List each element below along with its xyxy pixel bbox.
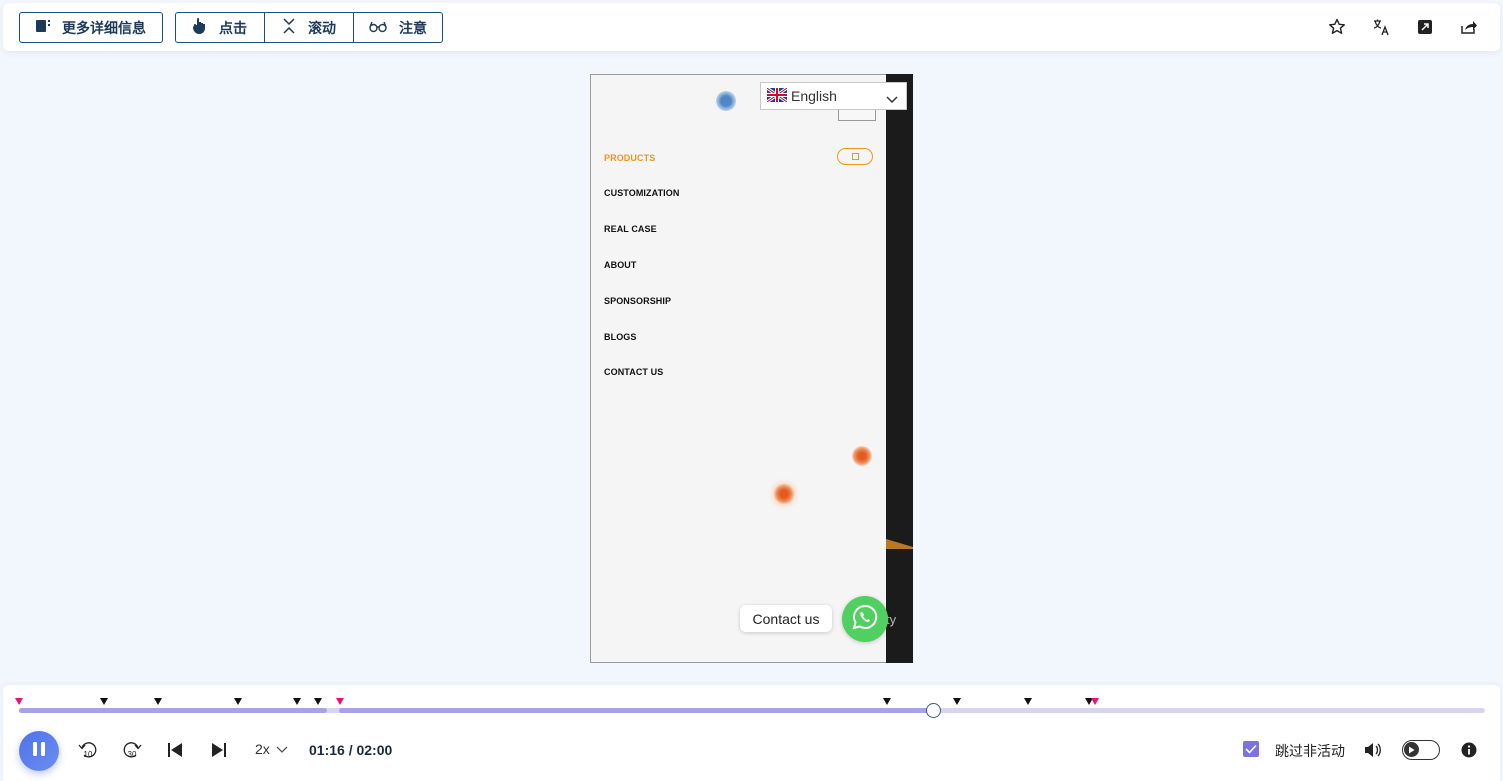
glasses-icon (369, 20, 387, 36)
chevron-down-icon (886, 91, 898, 107)
volume-icon (1365, 743, 1381, 757)
rewind-10-button[interactable]: 10 (77, 739, 99, 761)
timeline-marker[interactable] (15, 698, 23, 705)
timeline-marker[interactable] (154, 698, 162, 705)
share-icon[interactable] (1458, 16, 1480, 38)
attention-filter-button[interactable]: 注意 (354, 13, 442, 42)
scroll-heat-marker (852, 446, 872, 466)
more-details-button[interactable]: 更多详细信息 (19, 12, 163, 43)
timeline-scrubber[interactable] (926, 703, 941, 718)
autoplay-toggle[interactable] (1402, 740, 1440, 760)
timeline-marker[interactable] (100, 698, 108, 705)
fast-forward-icon: 30 (123, 742, 142, 759)
nav-item-customization[interactable]: CUSTOMIZATION (604, 188, 679, 198)
replay-player-bar: 10 30 2x 01:16 / 02:00 跳过非活动 (3, 685, 1500, 781)
translate-icon[interactable] (1370, 16, 1392, 38)
whatsapp-button[interactable] (842, 596, 888, 642)
rewind-icon: 10 (78, 742, 97, 759)
event-filter-group: 点击 滚动 注意 (175, 12, 443, 43)
pause-button[interactable] (19, 731, 59, 771)
scroll-arrows-icon (282, 18, 296, 37)
previous-button[interactable] (165, 739, 185, 761)
forward-30-button[interactable]: 30 (121, 739, 143, 761)
info-button[interactable] (1459, 739, 1479, 761)
pause-icon (32, 741, 46, 762)
more-details-label: 更多详细信息 (62, 19, 146, 36)
playback-speed-select[interactable]: 2x (255, 741, 288, 757)
nav-item-contact-us[interactable]: CONTACT US (604, 367, 663, 377)
nav-item-sponsorship[interactable]: SPONSORSHIP (604, 296, 671, 306)
click-filter-button[interactable]: 点击 (176, 13, 265, 42)
nav-item-real-case[interactable]: REAL CASE (604, 224, 657, 234)
timeline-marker[interactable] (314, 698, 322, 705)
timeline-active-segment (19, 708, 327, 713)
star-icon[interactable] (1326, 16, 1348, 38)
hand-pointer-icon (192, 18, 207, 37)
expand-icon (851, 153, 859, 160)
nav-item-about[interactable]: ABOUT (604, 260, 637, 270)
skip-forward-icon (212, 743, 226, 757)
forward-seconds-label: 30 (128, 750, 137, 759)
checkmark-icon (1245, 744, 1257, 754)
timeline-marker[interactable] (336, 698, 344, 705)
playback-time: 01:16 / 02:00 (309, 742, 393, 758)
next-button[interactable] (209, 739, 229, 761)
language-select[interactable]: English (760, 82, 907, 110)
skip-back-icon (168, 743, 182, 757)
scroll-filter-label: 滚动 (308, 19, 336, 36)
timeline-marker[interactable] (293, 698, 301, 705)
timeline-marker[interactable] (1024, 698, 1032, 705)
background-graphic (886, 539, 913, 549)
timeline-marker[interactable] (1091, 698, 1099, 705)
products-expand-toggle[interactable] (837, 148, 873, 165)
skip-inactive-checkbox[interactable] (1243, 741, 1259, 757)
nav-item-products[interactable]: PRODUCTS (604, 153, 655, 163)
timeline-marker[interactable] (953, 698, 961, 705)
nav-item-blogs[interactable]: BLOGS (604, 332, 637, 342)
uk-flag-icon (766, 86, 788, 105)
rewind-seconds-label: 10 (84, 750, 93, 759)
contact-us-chip[interactable]: Contact us (740, 605, 832, 632)
click-heat-marker (716, 91, 736, 111)
scroll-filter-button[interactable]: 滚动 (265, 13, 354, 42)
attention-filter-label: 注意 (399, 19, 427, 36)
open-external-icon[interactable] (1414, 16, 1436, 38)
language-label: English (791, 88, 837, 104)
volume-button[interactable] (1362, 739, 1384, 761)
speed-value: 2x (255, 741, 270, 757)
play-icon (1404, 742, 1419, 757)
session-replay-viewport: PRODUCTS CUSTOMIZATION REAL CASE ABOUT S… (590, 74, 913, 663)
timeline-active-segment (339, 708, 933, 713)
timeline-marker[interactable] (234, 698, 242, 705)
info-icon (1461, 742, 1477, 758)
details-icon (36, 19, 52, 36)
skip-inactive-label: 跳过非活动 (1275, 743, 1345, 759)
chevron-down-icon (276, 741, 288, 757)
whatsapp-icon (852, 604, 878, 635)
timeline-marker[interactable] (883, 698, 891, 705)
click-heat-marker (768, 478, 800, 510)
click-filter-label: 点击 (219, 19, 247, 36)
top-toolbar: 更多详细信息 点击 滚动 注意 (3, 3, 1500, 51)
mobile-nav-drawer: PRODUCTS CUSTOMIZATION REAL CASE ABOUT S… (590, 74, 886, 663)
